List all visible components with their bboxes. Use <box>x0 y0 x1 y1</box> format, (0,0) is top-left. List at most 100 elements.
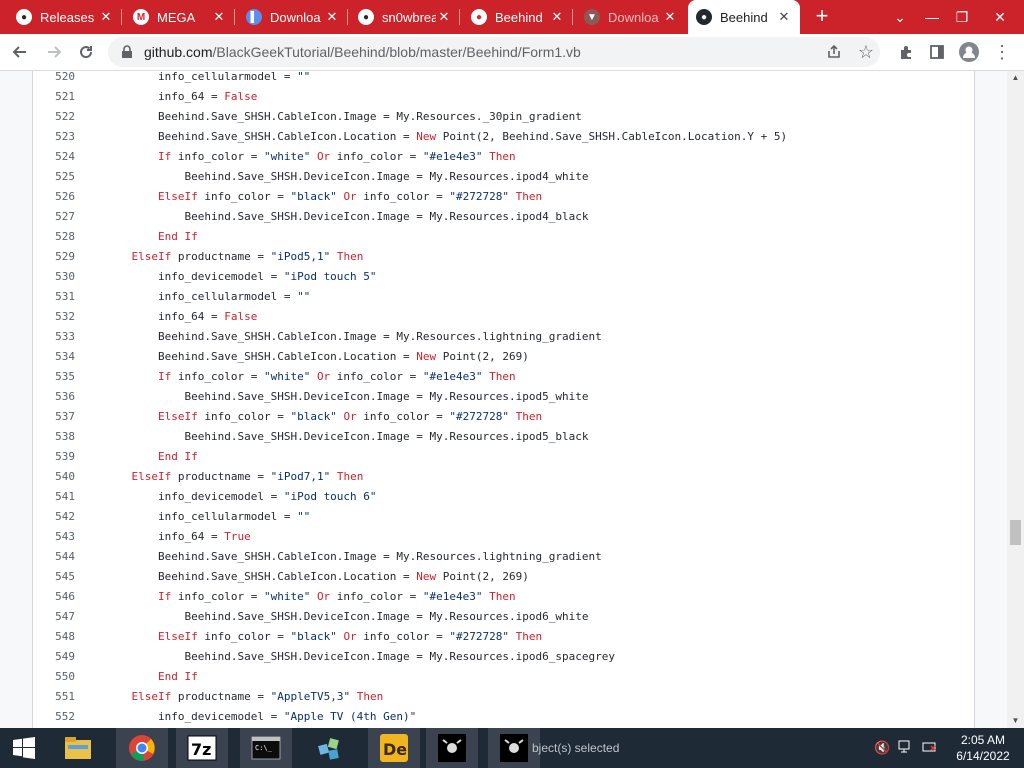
line-number[interactable]: 547 <box>33 607 75 627</box>
line-number[interactable]: 531 <box>33 287 75 307</box>
close-icon[interactable]: ✕ <box>662 9 678 25</box>
close-window-icon[interactable]: ✕ <box>984 0 1016 34</box>
7zip-icon[interactable]: 7z <box>176 728 228 768</box>
de-app-icon[interactable]: De <box>368 728 420 768</box>
tab-strip: ● Releases ✕ M MEGA ✕ ▌ Downloa ✕ ● sn0w… <box>0 0 1024 34</box>
tab-beehind[interactable]: ● Beehind ✕ <box>463 0 573 34</box>
code-string: "" <box>297 71 311 83</box>
code-line: 540 ElseIf productname = "iPod7,1" Then <box>33 467 974 487</box>
tab-label: Beehind <box>720 9 768 25</box>
power-status-icon[interactable] <box>922 740 938 757</box>
code-string: "#e1e4e3" <box>422 590 483 603</box>
code-keyword: If <box>157 150 172 163</box>
line-number[interactable]: 523 <box>33 127 75 147</box>
volume-muted-icon[interactable]: 🔇 <box>874 740 890 756</box>
line-number[interactable]: 525 <box>33 167 75 187</box>
code-text: info_devicemodel = "iPod touch 5" <box>105 267 377 287</box>
close-icon[interactable]: ✕ <box>324 9 340 25</box>
code-line: 535 If info_color = "white" Or info_colo… <box>33 367 974 387</box>
close-icon[interactable]: ✕ <box>98 9 114 25</box>
line-number[interactable]: 543 <box>33 527 75 547</box>
line-number[interactable]: 524 <box>33 147 75 167</box>
scroll-down-icon[interactable]: ▼ <box>1007 714 1024 728</box>
line-number[interactable]: 548 <box>33 627 75 647</box>
line-number[interactable]: 526 <box>33 187 75 207</box>
code-line: 530 info_devicemodel = "iPod touch 5" <box>33 267 974 287</box>
line-number[interactable]: 521 <box>33 87 75 107</box>
tab-beehind-github-active[interactable]: ● Beehind ✕ <box>688 0 800 34</box>
line-number[interactable]: 534 <box>33 347 75 367</box>
chrome-icon[interactable] <box>116 728 168 768</box>
line-number[interactable]: 546 <box>33 587 75 607</box>
profile-avatar-icon[interactable] <box>955 38 983 66</box>
close-icon[interactable]: ✕ <box>211 9 227 25</box>
line-number[interactable]: 542 <box>33 507 75 527</box>
start-icon[interactable] <box>0 728 48 768</box>
bookmark-star-icon[interactable]: ☆ <box>852 38 880 66</box>
app-cubes-icon[interactable] <box>304 728 356 768</box>
back-icon[interactable] <box>6 38 34 66</box>
close-icon[interactable]: ✕ <box>776 9 792 25</box>
line-number[interactable]: 541 <box>33 487 75 507</box>
line-number[interactable]: 530 <box>33 267 75 287</box>
line-number[interactable]: 536 <box>33 387 75 407</box>
reload-icon[interactable] <box>72 38 100 66</box>
line-number[interactable]: 533 <box>33 327 75 347</box>
tab-releases[interactable]: ● Releases ✕ <box>8 0 122 34</box>
line-number[interactable]: 528 <box>33 227 75 247</box>
line-number[interactable]: 552 <box>33 707 75 727</box>
line-number[interactable]: 549 <box>33 647 75 667</box>
line-number[interactable]: 520 <box>33 71 75 87</box>
file-explorer-icon[interactable] <box>52 728 104 768</box>
tab-download-1[interactable]: ▌ Downloa ✕ <box>238 0 348 34</box>
download-icon: ▼ <box>584 9 600 25</box>
tab-sn0wbreeze[interactable]: ● sn0wbrea ✕ <box>350 0 460 34</box>
beehind-app-icon[interactable] <box>426 728 478 768</box>
line-number[interactable]: 551 <box>33 687 75 707</box>
line-number[interactable]: 539 <box>33 447 75 467</box>
address-bar[interactable]: github.com/BlackGeekTutorial/Beehind/blo… <box>108 37 880 67</box>
new-tab-button[interactable]: + <box>810 5 834 29</box>
forward-icon[interactable] <box>40 38 68 66</box>
side-panel-icon[interactable] <box>923 38 951 66</box>
network-icon[interactable] <box>898 740 914 757</box>
code-string: "Apple TV (4th Gen)" <box>283 710 417 723</box>
share-icon[interactable] <box>820 38 848 66</box>
scrollbar-thumb[interactable] <box>1010 519 1021 545</box>
menu-icon[interactable]: ⋮ <box>988 38 1016 66</box>
vertical-scrollbar[interactable]: ▲ ▼ <box>1007 71 1024 728</box>
code-text: ElseIf info_color = "black" Or info_colo… <box>105 407 542 427</box>
line-number[interactable]: 544 <box>33 547 75 567</box>
code-token: Beehind.Save_SHSH.DeviceIcon.Image = My.… <box>184 210 589 223</box>
line-number[interactable]: 529 <box>33 247 75 267</box>
tab-mega[interactable]: M MEGA ✕ <box>125 0 235 34</box>
code-line: 548 ElseIf info_color = "black" Or info_… <box>33 627 974 647</box>
line-number[interactable]: 550 <box>33 667 75 687</box>
tab-download-2[interactable]: ▼ Downloa ✕ <box>576 0 686 34</box>
line-number[interactable]: 532 <box>33 307 75 327</box>
code-text: If info_color = "white" Or info_color = … <box>105 147 516 167</box>
code-keyword: Then <box>489 370 516 383</box>
lock-icon[interactable] <box>120 45 134 59</box>
line-number[interactable]: 545 <box>33 567 75 587</box>
line-number[interactable]: 522 <box>33 107 75 127</box>
close-icon[interactable]: ✕ <box>436 9 452 25</box>
line-number[interactable]: 538 <box>33 427 75 447</box>
code-keyword: Then <box>515 190 543 203</box>
line-number[interactable]: 535 <box>33 367 75 387</box>
tab-label: Releases <box>40 9 95 25</box>
line-number[interactable]: 537 <box>33 407 75 427</box>
extensions-icon[interactable] <box>892 38 920 66</box>
close-icon[interactable]: ✕ <box>549 9 565 25</box>
cmd-icon[interactable]: C:\_ <box>240 728 292 768</box>
system-clock[interactable]: 2:05 AM 6/14/2022 <box>948 732 1018 764</box>
scroll-up-icon[interactable]: ▲ <box>1007 71 1024 85</box>
restore-icon[interactable]: ❐ <box>946 0 978 34</box>
code-line: 542 info_cellularmodel = "" <box>33 507 974 527</box>
minimize-icon[interactable]: — <box>916 0 948 34</box>
line-number[interactable]: 527 <box>33 207 75 227</box>
tab-search-icon[interactable]: ⌄ <box>884 0 916 34</box>
tab-label: sn0wbrea <box>382 9 436 25</box>
line-number[interactable]: 540 <box>33 467 75 487</box>
